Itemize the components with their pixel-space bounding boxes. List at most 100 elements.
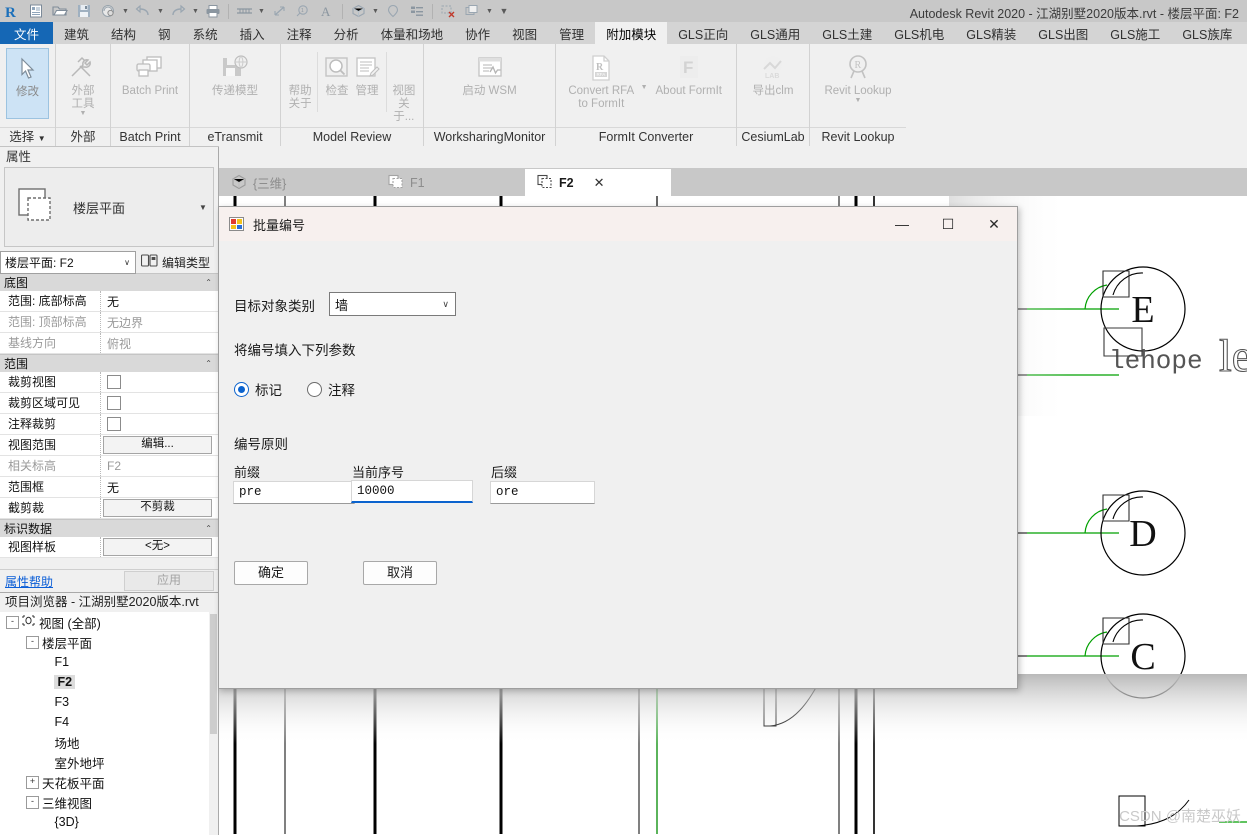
tag-icon[interactable]: 1 bbox=[291, 0, 315, 22]
prefix-input[interactable]: pre bbox=[233, 481, 355, 504]
property-row[interactable]: 范围框无 bbox=[0, 477, 218, 498]
browser-node-10[interactable]: ⌐{3D} bbox=[0, 812, 218, 832]
cancel-button[interactable]: 取消 bbox=[363, 561, 437, 585]
property-group-header-2[interactable]: 标识数据 ⌃ bbox=[0, 519, 218, 537]
modify-button[interactable]: 修改 bbox=[6, 48, 49, 119]
property-row[interactable]: 裁剪视图 bbox=[0, 372, 218, 393]
property-checkbox[interactable] bbox=[107, 417, 121, 431]
external-tools-button[interactable]: 外部 工具 ▼ bbox=[62, 48, 104, 117]
current-number-input[interactable]: 10000 bbox=[351, 480, 473, 503]
ribbon-tab-8[interactable]: 体量和场地 bbox=[370, 22, 455, 44]
dialog-title-bar[interactable]: 批量编号 — ☐ ✕ bbox=[219, 207, 1017, 241]
ribbon-tab-19[interactable]: GLS施工 bbox=[1099, 22, 1171, 44]
measure-dropdown-arrow[interactable]: ▼ bbox=[256, 0, 267, 22]
thin-lines-icon[interactable] bbox=[405, 0, 429, 22]
project-browser-scrollbar[interactable] bbox=[209, 612, 218, 835]
type-selector-combo[interactable]: 楼层平面: F2 ∨ bbox=[0, 250, 136, 274]
about-formit-button[interactable]: F About FormIt bbox=[648, 48, 731, 113]
apply-button[interactable]: 应用 bbox=[124, 571, 214, 591]
default-3d-view-icon[interactable] bbox=[346, 0, 370, 22]
property-row[interactable]: 注释裁剪 bbox=[0, 414, 218, 435]
undo-icon[interactable] bbox=[131, 0, 155, 22]
launch-wsm-button[interactable]: 启动 WSM bbox=[454, 48, 526, 113]
revit-lookup-button[interactable]: R Revit Lookup ▼ bbox=[816, 48, 900, 113]
tree-expander-icon[interactable]: + bbox=[26, 775, 39, 789]
radio-comment-indicator[interactable] bbox=[307, 381, 322, 397]
convert-rfa-button[interactable]: R RFA Convert RFA to FormIt bbox=[562, 48, 641, 113]
property-row[interactable]: 范围: 底部标高无 bbox=[0, 291, 218, 312]
section-icon[interactable] bbox=[381, 0, 405, 22]
ribbon-tab-17[interactable]: GLS精装 bbox=[955, 22, 1027, 44]
view-tab-F2[interactable]: F2 ✕ bbox=[525, 169, 671, 196]
close-hidden-windows-icon[interactable] bbox=[436, 0, 460, 22]
view-tab-三维[interactable]: {三维} bbox=[219, 169, 376, 196]
new-project-icon[interactable] bbox=[24, 0, 48, 22]
property-row[interactable]: 截剪裁 不剪裁 bbox=[0, 498, 218, 519]
tree-expander-icon[interactable]: - bbox=[26, 635, 39, 649]
model-review-view-button[interactable]: 视图 关于... bbox=[391, 48, 417, 124]
redo-dropdown-arrow[interactable]: ▼ bbox=[190, 0, 201, 22]
model-review-manage-button[interactable]: 管理 bbox=[352, 48, 382, 113]
save-as-dropdown-arrow[interactable]: ▼ bbox=[120, 0, 131, 22]
ok-button[interactable]: 确定 bbox=[234, 561, 308, 585]
dialog-maximize-button[interactable]: ☐ bbox=[925, 208, 971, 240]
redo-icon[interactable] bbox=[166, 0, 190, 22]
property-value-button[interactable]: 编辑... bbox=[103, 436, 212, 454]
model-review-check-button[interactable]: 检查 bbox=[322, 48, 352, 113]
browser-node-8[interactable]: + 天花板平面 bbox=[0, 772, 218, 792]
browser-node-4[interactable]: ⌐F3 bbox=[0, 692, 218, 712]
save-icon[interactable] bbox=[72, 0, 96, 22]
browser-node-3[interactable]: ⌐F2 bbox=[0, 672, 218, 692]
browser-node-9[interactable]: - 三维视图 bbox=[0, 792, 218, 812]
category-combo[interactable]: 墙 ∨ bbox=[329, 292, 456, 316]
radio-comment[interactable]: 注释 bbox=[307, 379, 355, 399]
ribbon-tab-11[interactable]: 管理 bbox=[548, 22, 595, 44]
ribbon-tab-5[interactable]: 插入 bbox=[229, 22, 276, 44]
ribbon-tab-18[interactable]: GLS出图 bbox=[1027, 22, 1099, 44]
suffix-input[interactable]: ore bbox=[490, 481, 595, 504]
browser-node-2[interactable]: ⌐F1 bbox=[0, 652, 218, 672]
view-tab-strip[interactable]: {三维} F1 F2 ✕ bbox=[219, 168, 1247, 196]
properties-help-link[interactable]: 属性帮助 bbox=[0, 573, 53, 590]
revit-lookup-dropdown-arrow[interactable]: ▼ bbox=[855, 97, 862, 104]
radio-tag[interactable]: 标记 bbox=[234, 379, 282, 399]
property-row[interactable]: 视图样板 <无> bbox=[0, 537, 218, 558]
property-checkbox[interactable] bbox=[107, 396, 121, 410]
property-value-button[interactable]: <无> bbox=[103, 538, 212, 556]
transmit-model-button[interactable]: 传递模型 bbox=[199, 48, 271, 113]
text-icon[interactable]: A bbox=[315, 0, 339, 22]
ribbon-tab-15[interactable]: GLS土建 bbox=[811, 22, 883, 44]
ribbon-tab-7[interactable]: 分析 bbox=[323, 22, 370, 44]
save-as-icon[interactable] bbox=[96, 0, 120, 22]
ribbon-panels[interactable]: 修改 选择 ▼ 外部 工具 ▼ 外部 Batch Print Batch Pri… bbox=[0, 44, 1247, 147]
close-icon[interactable]: ✕ bbox=[594, 175, 605, 191]
quick-access-toolbar[interactable]: R ▼ ▼ ▼ ▼ 1 A ▼ ▼ ▼ bbox=[0, 0, 513, 22]
collapse-chevron-icon[interactable]: ⌃ bbox=[205, 524, 212, 533]
dialog-close-button[interactable]: ✕ bbox=[971, 208, 1017, 240]
export-clm-button[interactable]: LAB 导出clm bbox=[743, 48, 803, 113]
property-row[interactable]: 视图范围 编辑... bbox=[0, 435, 218, 456]
property-value-button[interactable]: 不剪裁 bbox=[103, 499, 212, 517]
ribbon-tab-12[interactable]: 附加模块 bbox=[595, 22, 668, 44]
ribbon-tab-10[interactable]: 视图 bbox=[501, 22, 548, 44]
ribbon-tab-4[interactable]: 系统 bbox=[182, 22, 229, 44]
switch-windows-icon[interactable] bbox=[460, 0, 484, 22]
customize-qat-icon[interactable]: ▼ bbox=[495, 0, 513, 22]
collapse-chevron-icon[interactable]: ⌃ bbox=[205, 278, 212, 287]
collapse-chevron-icon[interactable]: ⌃ bbox=[205, 359, 212, 368]
view-tab-F1[interactable]: F1 bbox=[376, 169, 525, 196]
property-group-header-0[interactable]: 底图 ⌃ bbox=[0, 273, 218, 291]
convert-rfa-dropdown-arrow[interactable]: ▼ bbox=[641, 84, 648, 91]
type-preview[interactable]: 楼层平面 ▼ bbox=[4, 167, 214, 247]
model-review-help-button[interactable]: 帮助 关于 bbox=[287, 48, 313, 113]
property-row[interactable]: 范围: 顶部标高 无边界 bbox=[0, 312, 218, 333]
undo-dropdown-arrow[interactable]: ▼ bbox=[155, 0, 166, 22]
measure-icon[interactable] bbox=[232, 0, 256, 22]
browser-node-5[interactable]: ⌐F4 bbox=[0, 712, 218, 732]
batch-print-button[interactable]: Batch Print bbox=[117, 48, 183, 113]
browser-node-0[interactable]: - 视图 (全部) bbox=[0, 612, 218, 632]
batch-number-dialog[interactable]: 批量编号 — ☐ ✕ 目标对象类别 墙 ∨ 将编号填入下列参数 标记 注释 编号… bbox=[218, 206, 1018, 689]
property-row[interactable]: 裁剪区域可见 bbox=[0, 393, 218, 414]
ribbon-tab-9[interactable]: 协作 bbox=[454, 22, 501, 44]
ribbon-tab-2[interactable]: 结构 bbox=[100, 22, 147, 44]
